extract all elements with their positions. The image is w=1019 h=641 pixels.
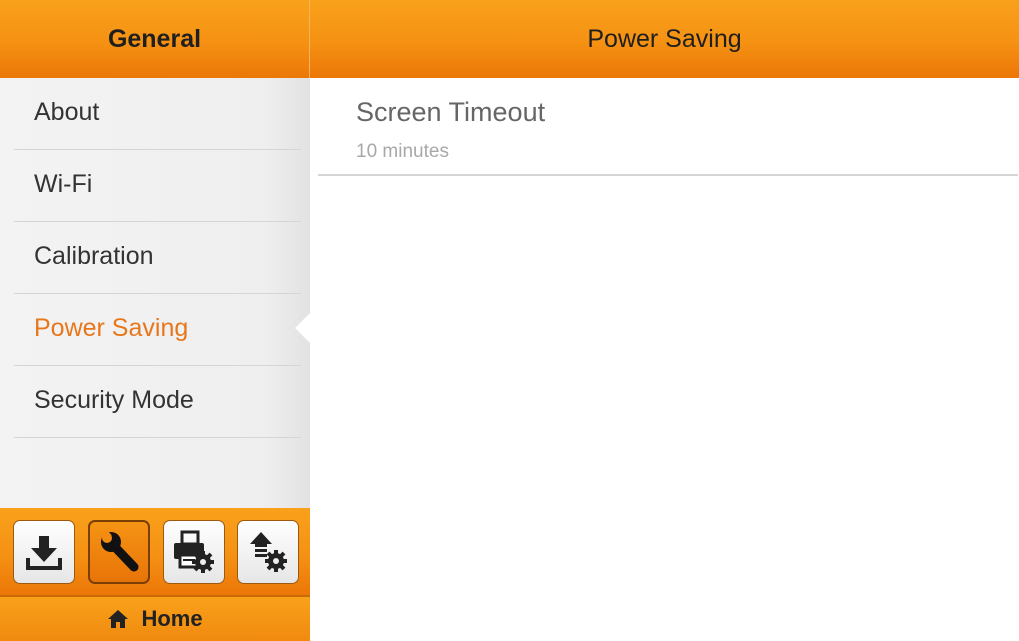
- home-label: Home: [141, 606, 203, 631]
- sidebar-item-label: Calibration: [34, 242, 154, 270]
- sidebar-header-title: General: [107, 24, 202, 53]
- printer-settings-icon: [174, 530, 214, 573]
- selection-indicator: [295, 312, 311, 344]
- wrench-icon: [100, 529, 139, 572]
- sidebar-item-calibration[interactable]: Calibration: [14, 222, 301, 294]
- download-button[interactable]: [13, 520, 75, 584]
- settings-button[interactable]: [88, 520, 150, 584]
- printer-settings-button[interactable]: [163, 520, 225, 584]
- setting-screen-timeout[interactable]: Screen Timeout 10 minutes: [318, 80, 1018, 176]
- upload-settings-icon: [250, 532, 287, 572]
- sidebar-item-label: About: [34, 98, 100, 126]
- sidebar-item-security-mode[interactable]: Security Mode: [14, 366, 301, 438]
- sidebar-item-label: Security Mode: [34, 386, 194, 414]
- page-title: Power Saving: [587, 24, 742, 53]
- sidebar-item-power-saving[interactable]: Power Saving: [14, 294, 301, 366]
- sidebar-header: General: [0, 0, 310, 78]
- home-button[interactable]: Home: [0, 597, 310, 641]
- sidebar-item-wifi[interactable]: Wi-Fi: [14, 150, 301, 222]
- sidebar-item-about[interactable]: About: [14, 78, 301, 150]
- upload-settings-button[interactable]: [237, 520, 299, 584]
- sidebar-item-label: Power Saving: [34, 314, 189, 342]
- setting-title: Screen Timeout: [356, 97, 546, 127]
- sidebar: About Wi-Fi Calibration Power Saving Sec…: [0, 78, 310, 508]
- download-icon: [26, 536, 62, 570]
- setting-value: 10 minutes: [356, 141, 449, 162]
- bottom-toolbar: [0, 508, 310, 595]
- home-icon: [108, 610, 129, 628]
- content-header: Power Saving: [310, 0, 1019, 78]
- sidebar-item-label: Wi-Fi: [34, 170, 93, 198]
